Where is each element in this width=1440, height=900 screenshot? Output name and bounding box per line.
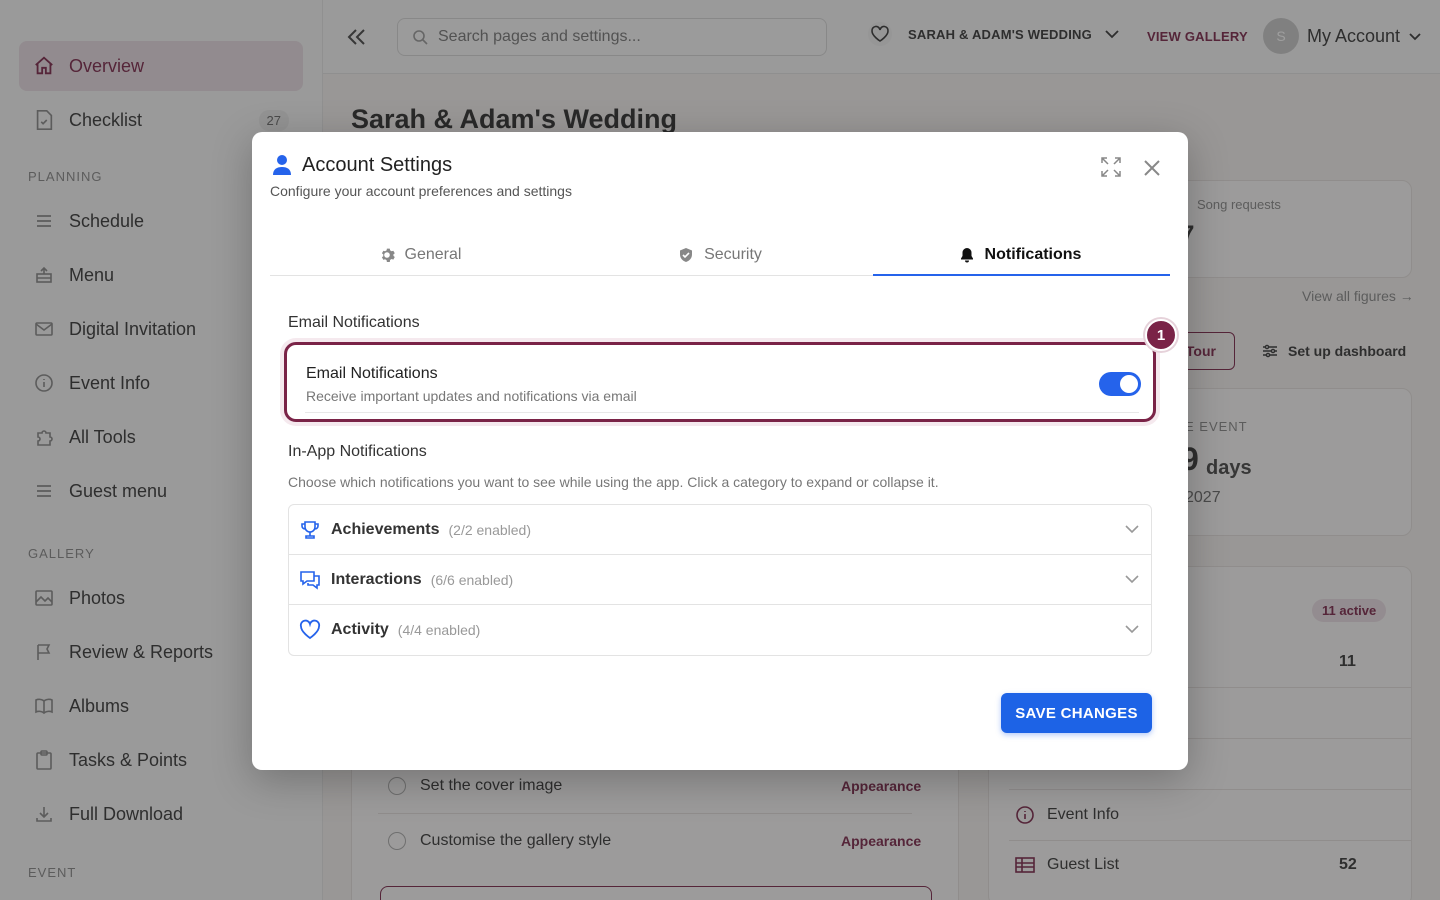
- user-icon: [272, 154, 292, 176]
- email-section-title: Email Notifications: [288, 314, 420, 331]
- divider: [305, 412, 1139, 413]
- chat-icon: [299, 569, 321, 591]
- chevron-down-icon: [1125, 522, 1139, 536]
- trophy-icon: [299, 519, 321, 541]
- category-status: (6/6 enabled): [430, 571, 514, 588]
- category-interactions[interactable]: Interactions (6/6 enabled): [289, 555, 1151, 605]
- email-notifications-toggle[interactable]: [1099, 372, 1141, 396]
- toggle-knob: [1120, 375, 1138, 393]
- modal-title: Account Settings: [302, 154, 453, 176]
- modal-subtitle: Configure your account preferences and s…: [270, 183, 572, 199]
- shield-icon: [678, 247, 694, 263]
- category-activity[interactable]: Activity (4/4 enabled): [289, 605, 1151, 655]
- step-badge: 1: [1145, 319, 1177, 351]
- expand-icon[interactable]: [1100, 156, 1122, 178]
- tab-general[interactable]: General: [270, 234, 570, 275]
- notification-categories: Achievements (2/2 enabled) Interactions …: [288, 504, 1152, 656]
- category-name: Achievements: [331, 520, 440, 538]
- account-settings-modal: Account Settings Configure your account …: [252, 132, 1188, 770]
- heart-icon: [299, 619, 321, 641]
- category-status: (2/2 enabled): [448, 521, 532, 538]
- email-card-title: Email Notifications: [306, 365, 438, 382]
- category-achievements[interactable]: Achievements (2/2 enabled): [289, 505, 1151, 555]
- bell-icon: [959, 247, 975, 263]
- category-name: Activity: [331, 621, 389, 638]
- tab-label: Notifications: [984, 245, 1082, 263]
- email-notifications-card: Email Notifications Receive important up…: [284, 342, 1156, 422]
- chevron-down-icon: [1125, 622, 1139, 636]
- save-changes-button[interactable]: SAVE CHANGES: [1001, 693, 1152, 733]
- tab-label: Security: [704, 245, 762, 263]
- inapp-section-title: In-App Notifications: [288, 443, 427, 460]
- close-icon[interactable]: [1142, 158, 1162, 178]
- chevron-down-icon: [1125, 572, 1139, 586]
- category-name: Interactions: [331, 570, 422, 588]
- tab-label: General: [404, 245, 462, 263]
- gear-icon: [379, 247, 395, 263]
- email-card-description: Receive important updates and notificati…: [306, 388, 637, 404]
- category-status: (4/4 enabled): [397, 622, 481, 638]
- inapp-description: Choose which notifications you want to s…: [288, 474, 939, 490]
- tab-notifications[interactable]: Notifications: [870, 234, 1170, 276]
- tab-security[interactable]: Security: [570, 234, 870, 275]
- settings-tabs: General Security Notifications: [270, 234, 1170, 276]
